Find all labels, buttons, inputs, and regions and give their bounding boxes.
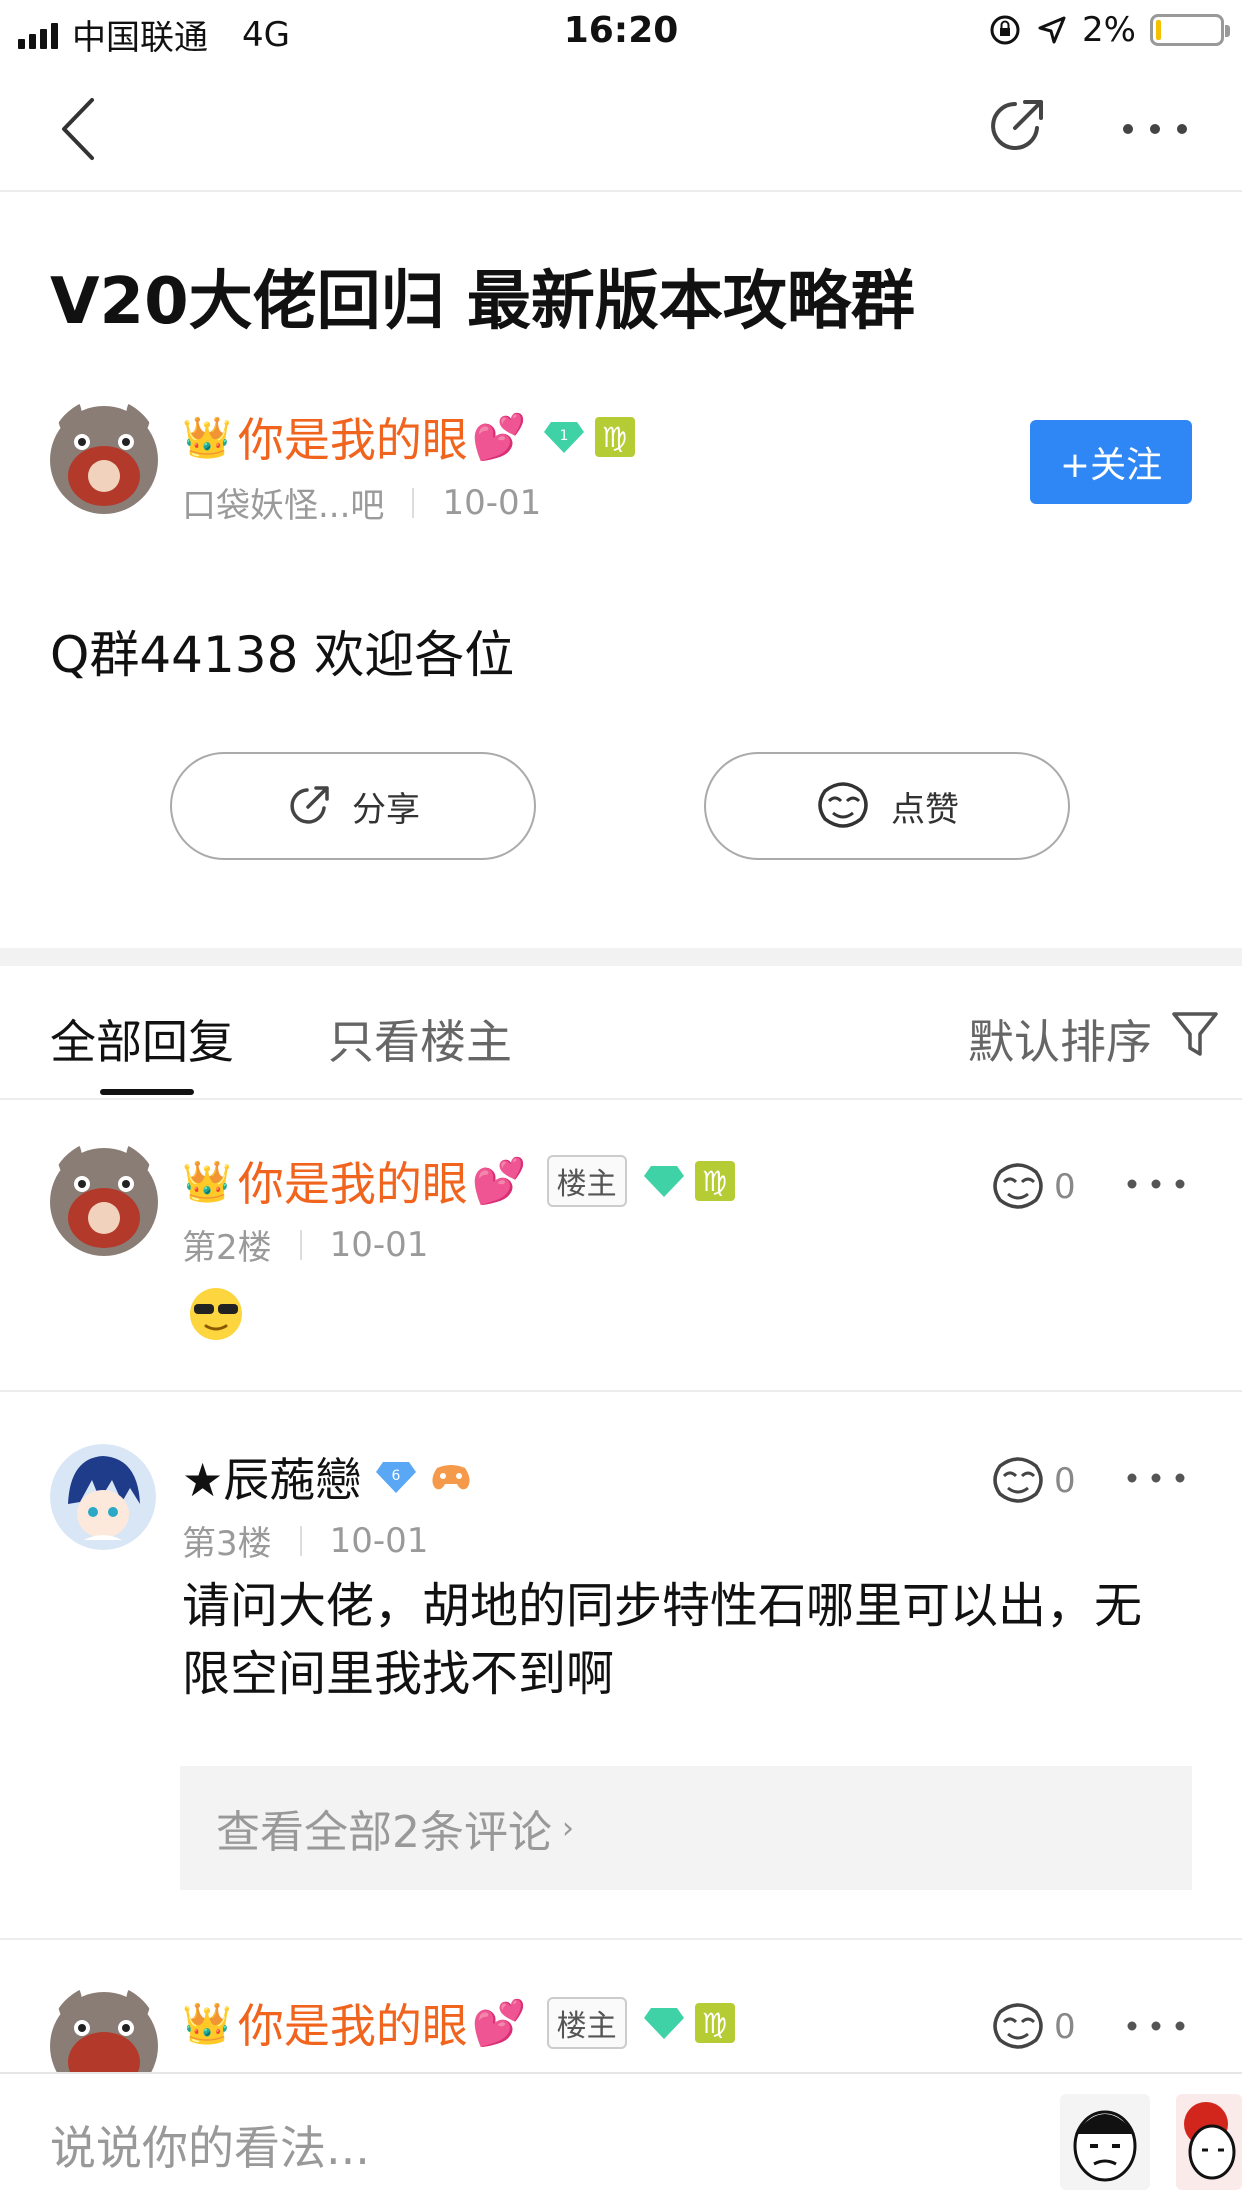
meta-separator: [299, 1229, 302, 1260]
reply-avatar[interactable]: [50, 1444, 156, 1550]
virgo-zodiac-icon: ♍: [694, 1161, 735, 1201]
like-face-icon: [818, 782, 868, 828]
meme-face-icon: [1073, 2110, 1137, 2182]
meta-separator: [412, 487, 415, 518]
post-body: Q群44138 欢迎各位: [50, 626, 515, 684]
reply-avatar[interactable]: [48, 1984, 160, 2072]
reply-divider: [0, 1390, 1242, 1392]
svg-text:♥: ♥: [52, 405, 66, 424]
heart-icon: 💕: [471, 412, 527, 463]
share-label: 分享: [352, 789, 420, 830]
crown-icon: 👑: [182, 1158, 232, 1205]
reply-username[interactable]: ★辰葹戀: [182, 1444, 361, 1510]
chevron-right-icon: ›: [562, 1810, 574, 1846]
reply-tabs: 全部回复 只看楼主 默认排序: [0, 966, 1242, 1100]
reply-level: 6: [392, 1468, 401, 1484]
virgo-zodiac-icon: ♍: [594, 417, 635, 457]
like-count: 0: [1054, 1461, 1076, 1501]
battery-icon: [1150, 14, 1230, 46]
share-button[interactable]: 分享: [170, 752, 536, 860]
battery-percent: 2%: [1082, 10, 1136, 50]
gamepad-badge-icon: [432, 1465, 470, 1490]
reply-more-icon[interactable]: [1126, 1176, 1186, 1192]
location-arrow-icon: [1038, 16, 1066, 44]
like-button[interactable]: 点赞: [704, 752, 1070, 860]
tab-owner-only[interactable]: 只看楼主: [328, 1006, 512, 1072]
sticker-button[interactable]: [1060, 2094, 1150, 2190]
share-icon: [290, 786, 329, 824]
level-gem-icon: [643, 2008, 684, 2039]
view-all-comments-label: 查看全部2条评论: [216, 1807, 552, 1858]
floor-number: 第3楼: [182, 1524, 272, 1564]
tab-all-replies[interactable]: 全部回复: [50, 1006, 234, 1072]
like-face-icon: [993, 2003, 1043, 2049]
sticker-button[interactable]: [1176, 2094, 1242, 2190]
reply-meta: 第3楼 10-01: [182, 1516, 428, 1565]
sort-dropdown[interactable]: 默认排序: [968, 1006, 1152, 1072]
like-face-icon: [993, 1457, 1043, 1503]
back-icon[interactable]: [56, 94, 106, 164]
cool-emoji-icon: [190, 1288, 242, 1340]
reply-username[interactable]: 你是我的眼: [238, 1148, 468, 1214]
post-title: V20大佬回归 最新版本攻略群: [50, 265, 915, 339]
reply-like-button[interactable]: 0: [990, 2002, 1076, 2052]
follow-button[interactable]: +关注: [1030, 420, 1192, 504]
reply-partial: 👑 你是我的眼 💕 楼主 ♍ 0: [0, 1940, 1242, 2072]
level-gem-icon: 6: [376, 1462, 417, 1493]
section-divider: [0, 948, 1242, 966]
rotation-lock-icon: [990, 15, 1020, 45]
reply-text: 请问大佬，胡地的同步特性石哪里可以出，无限空间里我找不到啊: [182, 1578, 1143, 1702]
author-meta: 口袋妖怪...吧 10-01: [182, 478, 541, 527]
virgo-zodiac-icon: ♍: [694, 2003, 735, 2043]
reply-user-row: 👑 你是我的眼 💕 楼主 ♍: [182, 1148, 735, 1214]
meme-face-icon: [1184, 2102, 1236, 2180]
reply-date: 10-01: [329, 1224, 429, 1265]
reply-avatar[interactable]: [48, 1140, 160, 1258]
heart-icon: 💕: [471, 1156, 527, 1207]
active-tab-indicator: [100, 1089, 194, 1095]
crown-icon: 👑: [182, 414, 232, 461]
forum-name[interactable]: 口袋妖怪...吧: [182, 478, 384, 527]
author-row: 👑 你是我的眼 💕 1 ♍: [182, 404, 635, 470]
nav-bar: [0, 64, 1242, 192]
more-icon[interactable]: [1120, 119, 1190, 139]
owner-tag: 楼主: [546, 1155, 627, 1207]
author-name[interactable]: 你是我的眼: [238, 404, 468, 470]
reply-meta: 第2楼 10-01: [182, 1220, 428, 1269]
reply-user-row: ★辰葹戀 6: [182, 1444, 473, 1510]
reply-username[interactable]: 你是我的眼: [238, 1990, 468, 2056]
reply-more-icon[interactable]: [1126, 1470, 1186, 1486]
reply-like-button[interactable]: 0: [990, 1162, 1076, 1212]
comment-bar: 说说你的看法...: [0, 2072, 1242, 2208]
level-gem-icon: [643, 1166, 684, 1197]
reply-more-icon[interactable]: [1126, 2018, 1186, 2034]
author-avatar[interactable]: ♥: [48, 398, 160, 516]
owner-tag: 楼主: [546, 1997, 627, 2049]
meta-separator: [299, 1525, 302, 1556]
level-gem-icon: 1: [543, 422, 584, 453]
comment-input[interactable]: 说说你的看法...: [50, 2112, 370, 2178]
author-level: 1: [559, 428, 568, 444]
post-date: 10-01: [442, 482, 542, 523]
like-count: 0: [1054, 1167, 1076, 1207]
heart-icon: 💕: [471, 1998, 527, 2049]
reply-user-row: 👑 你是我的眼 💕 楼主 ♍: [182, 1990, 735, 2056]
crown-icon: 👑: [182, 2000, 232, 2047]
like-face-icon: [993, 1163, 1043, 1209]
share-icon[interactable]: [985, 94, 1049, 158]
view-all-comments-link[interactable]: 查看全部2条评论 ›: [180, 1766, 1192, 1890]
floor-number: 第2楼: [182, 1228, 272, 1268]
like-count: 0: [1054, 2007, 1076, 2047]
like-label: 点赞: [891, 789, 959, 830]
filter-icon[interactable]: [1170, 1008, 1220, 1060]
status-bar: 中国联通 4G 16:20 2%: [0, 0, 1242, 64]
reply-like-button[interactable]: 0: [990, 1456, 1076, 1506]
reply-date: 10-01: [329, 1520, 429, 1561]
